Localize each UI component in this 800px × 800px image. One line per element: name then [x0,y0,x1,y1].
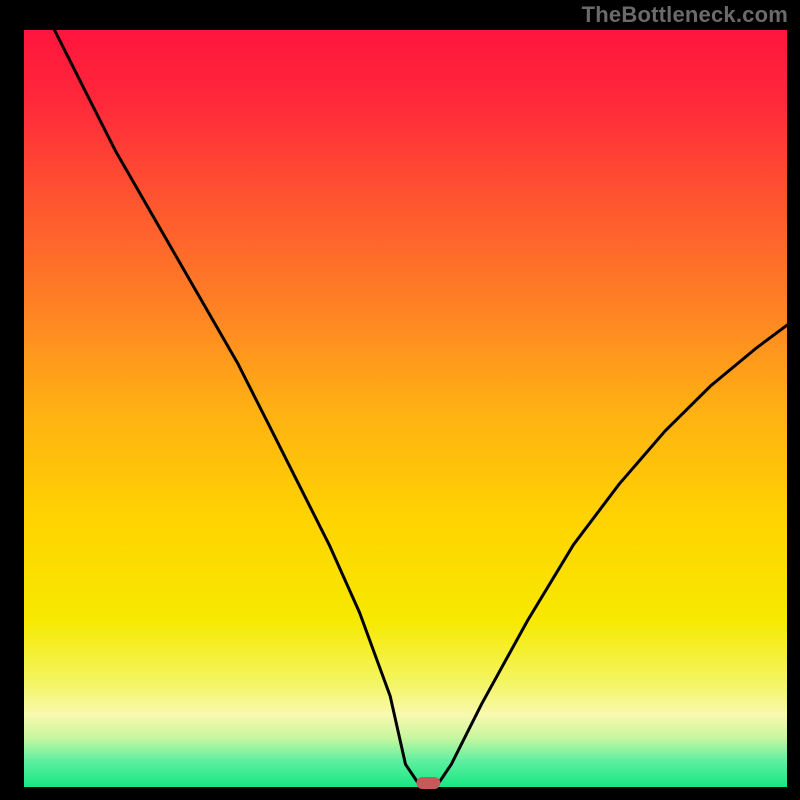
minimum-marker [416,777,440,789]
watermark-text: TheBottleneck.com [582,2,788,28]
plot-area [24,30,787,787]
chart-frame: TheBottleneck.com [0,0,800,800]
chart-svg [0,0,800,800]
